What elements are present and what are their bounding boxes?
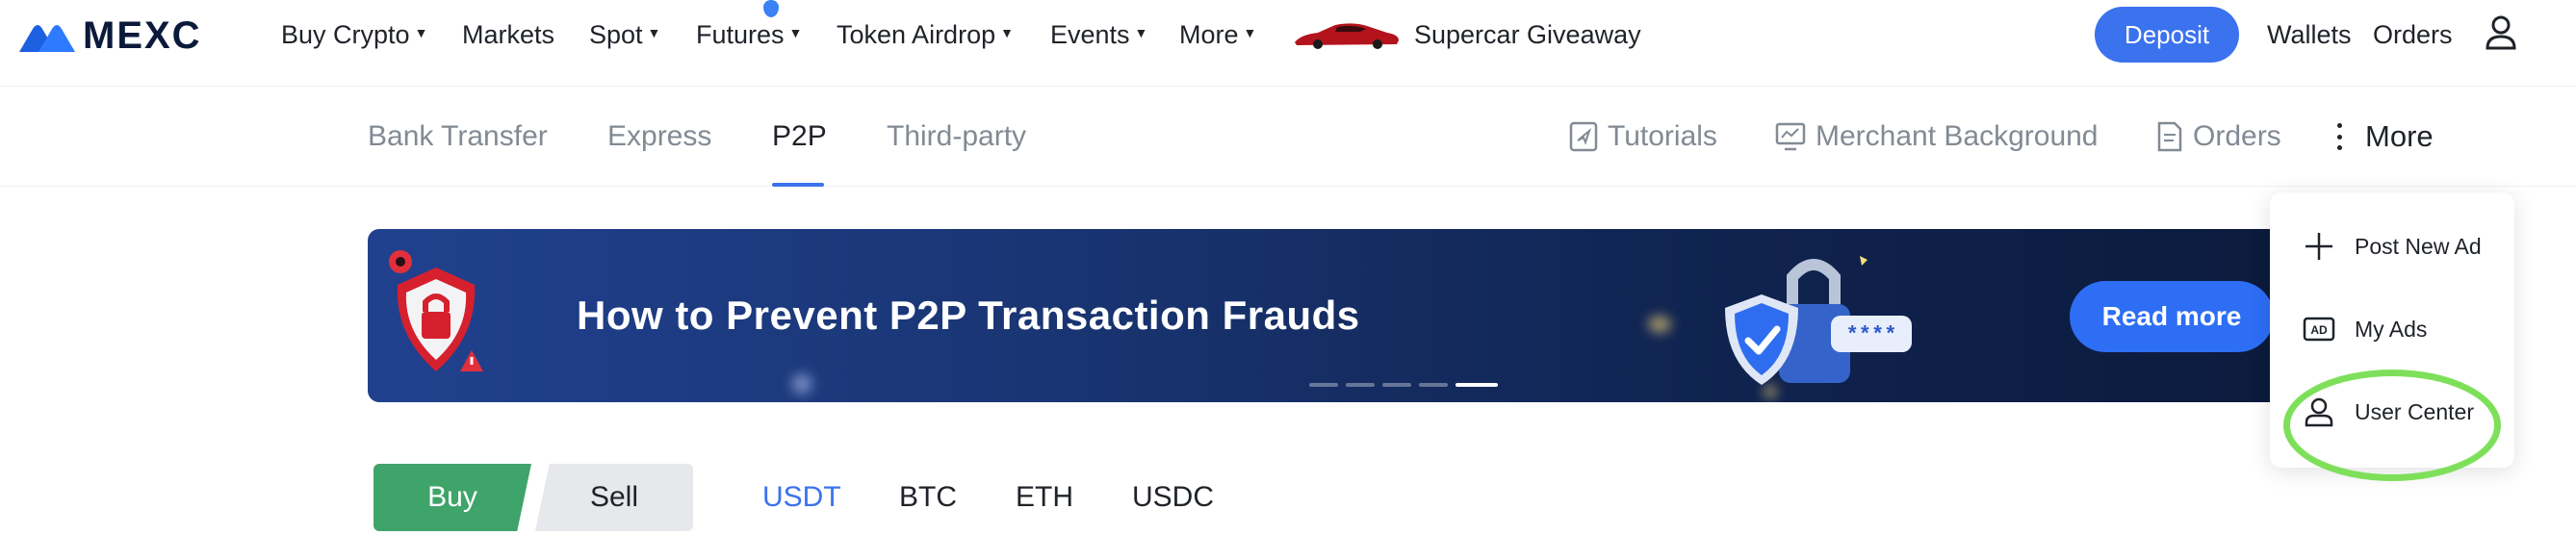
carousel-dot[interactable] — [1382, 383, 1411, 387]
caret-down-icon: ▼ — [788, 25, 803, 40]
my-ads-item[interactable]: AD My Ads — [2303, 300, 2427, 358]
supercar-icon[interactable] — [1293, 19, 1401, 50]
user-center-highlight-annotation — [2283, 369, 2501, 481]
tutorials-label: Tutorials — [1608, 120, 1717, 152]
tab-bank-transfer[interactable]: Bank Transfer — [368, 87, 548, 187]
coin-tab-eth[interactable]: ETH — [1016, 464, 1073, 531]
menu-label: More — [1179, 19, 1239, 49]
menu-buy-crypto[interactable]: Buy Crypto ▼ — [281, 0, 427, 69]
coin-tab-usdt[interactable]: USDT — [762, 464, 841, 531]
caret-down-icon: ▼ — [1134, 25, 1148, 40]
caret-down-icon: ▼ — [1000, 25, 1014, 40]
orders-link[interactable]: Orders — [2373, 0, 2453, 69]
menu-markets[interactable]: Markets — [462, 0, 554, 69]
post-new-ad-label: Post New Ad — [2355, 233, 2482, 259]
tutorials-icon — [1569, 121, 1598, 152]
banner-title: How to Prevent P2P Transaction Frauds — [577, 293, 1360, 338]
carousel-dot-active[interactable] — [1455, 383, 1498, 387]
monitor-chart-icon — [1775, 122, 1806, 151]
tab-express[interactable]: Express — [607, 87, 711, 187]
supercar-giveaway-link[interactable]: Supercar Giveaway — [1414, 0, 1641, 69]
caret-down-icon: ▼ — [647, 25, 661, 40]
menu-label: Token Airdrop — [837, 19, 996, 49]
coin-tab-btc[interactable]: BTC — [899, 464, 957, 531]
password-mask-text: **** — [1846, 323, 1897, 347]
caret-down-icon: ▼ — [1243, 25, 1257, 40]
menu-label: Buy Crypto — [281, 19, 410, 49]
mexc-logo-icon — [19, 25, 75, 52]
menu-spot[interactable]: Spot ▼ — [589, 0, 660, 69]
menu-token-airdrop[interactable]: Token Airdrop ▼ — [837, 0, 1014, 69]
coin-tab-usdc[interactable]: USDC — [1132, 464, 1214, 531]
more-menu-button[interactable]: More — [2337, 87, 2434, 187]
read-more-button[interactable]: Read more — [2070, 281, 2274, 352]
buy-tab[interactable]: Buy — [374, 464, 531, 531]
glow-decoration — [1648, 316, 1671, 333]
ad-badge-icon: AD — [2303, 317, 2335, 342]
deposit-button[interactable]: Deposit — [2095, 7, 2239, 63]
menu-label: Futures — [696, 19, 785, 49]
logo-text: MEXC — [83, 14, 202, 57]
merchant-background-label: Merchant Background — [1816, 120, 2099, 152]
vertical-dots-icon — [2337, 123, 2342, 150]
tutorials-link[interactable]: Tutorials — [1569, 87, 1717, 187]
tab-third-party[interactable]: Third-party — [887, 87, 1026, 187]
more-label: More — [2365, 119, 2434, 153]
wallets-link[interactable]: Wallets — [2267, 0, 2352, 69]
carousel-indicator[interactable] — [1309, 383, 1498, 387]
menu-label: Markets — [462, 19, 555, 49]
tab-p2p[interactable]: P2P — [772, 87, 827, 187]
merchant-background-link[interactable]: Merchant Background — [1775, 87, 2099, 187]
orders-tool-label: Orders — [2193, 120, 2281, 152]
glow-decoration — [791, 373, 812, 395]
menu-label: Events — [1050, 19, 1130, 49]
mexc-logo[interactable]: MEXC — [19, 16, 202, 55]
my-ads-label: My Ads — [2355, 316, 2428, 342]
security-lock-illustration: **** — [1725, 256, 1912, 385]
document-icon — [2157, 121, 2182, 152]
top-navigation: MEXC Buy Crypto ▼ Markets Spot ▼ Futures ▼ … — [0, 0, 2576, 87]
carousel-dot[interactable] — [1419, 383, 1448, 387]
fraud-prevention-banner[interactable]: How to Prevent P2P Transaction Frauds **… — [368, 229, 2303, 402]
menu-label: Spot — [589, 19, 643, 49]
shield-lock-icon — [389, 250, 483, 371]
active-tab-indicator — [772, 183, 824, 187]
sell-tab[interactable]: Sell — [535, 464, 693, 531]
carousel-dot[interactable] — [1346, 383, 1375, 387]
plus-icon — [2306, 233, 2332, 260]
post-new-ad-item[interactable]: Post New Ad — [2303, 217, 2482, 275]
carousel-dot[interactable] — [1309, 383, 1338, 387]
menu-events[interactable]: Events ▼ — [1050, 0, 1147, 69]
caret-down-icon: ▼ — [414, 25, 428, 40]
menu-futures[interactable]: Futures ▼ — [696, 0, 802, 69]
user-account-icon[interactable] — [2484, 13, 2518, 52]
menu-more[interactable]: More ▼ — [1179, 0, 1256, 69]
orders-tool-link[interactable]: Orders — [2156, 87, 2281, 187]
ad-badge-text: AD — [2310, 323, 2328, 337]
